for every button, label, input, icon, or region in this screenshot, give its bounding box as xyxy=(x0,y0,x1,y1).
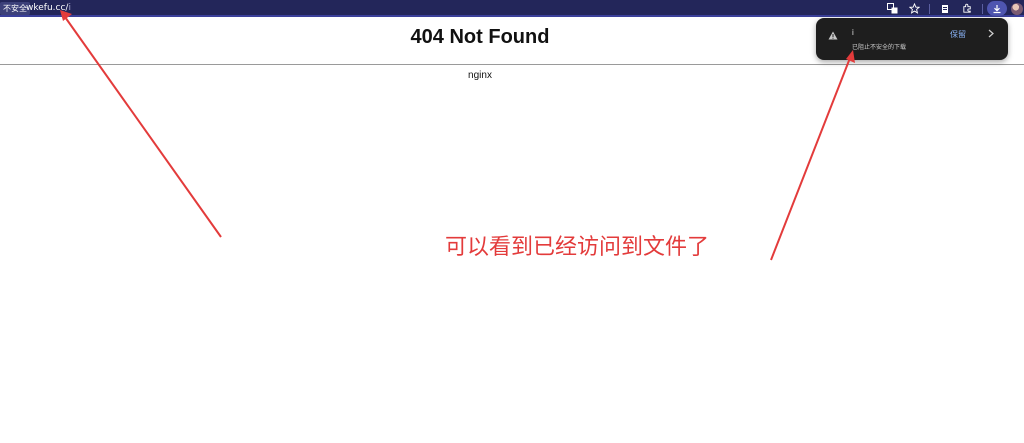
annotation-arrow-popup xyxy=(770,57,851,261)
annotation-text: 可以看到已经访问到文件了 xyxy=(445,235,710,260)
annotation-overlay xyxy=(60,10,855,261)
annotation-arrow-url xyxy=(64,16,222,238)
annotation-arrowhead-popup xyxy=(846,50,855,63)
screenshot-root: 不安全 wkefu.cc/i 404 Not Found nginx i 已阻止… xyxy=(0,0,1024,443)
